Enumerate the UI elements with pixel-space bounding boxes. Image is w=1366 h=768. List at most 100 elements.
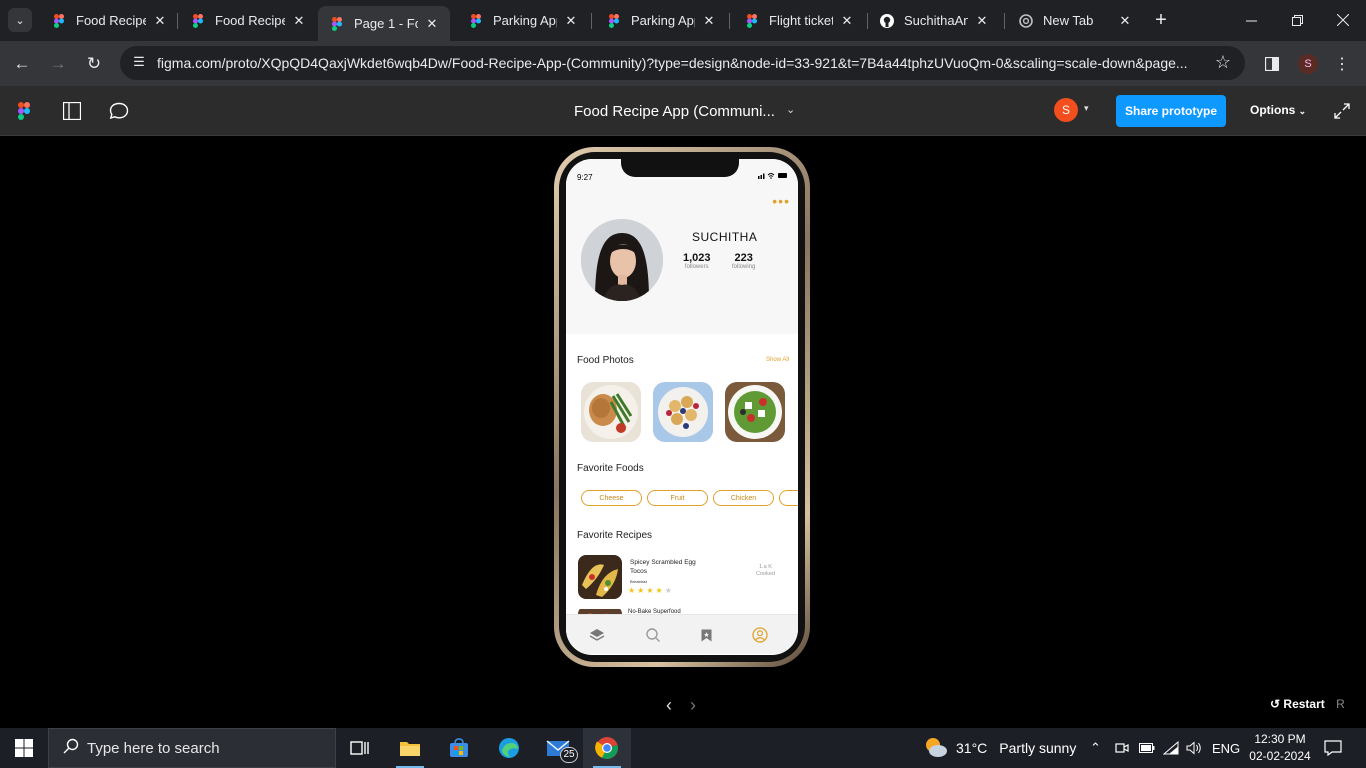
recipe-thumbnail[interactable]	[578, 555, 622, 599]
food-photo[interactable]	[653, 382, 713, 442]
tab-new-tab[interactable]: New Tab ✕	[1007, 6, 1143, 35]
close-window-button[interactable]	[1320, 0, 1366, 40]
system-clock[interactable]: 12:30 PM 02-02-2024	[1248, 731, 1312, 765]
language-indicator[interactable]: ENG	[1212, 728, 1240, 768]
side-panel-icon[interactable]	[1258, 50, 1286, 78]
close-tab-icon[interactable]: ✕	[152, 13, 168, 29]
new-tab-button[interactable]: +	[1150, 9, 1172, 31]
profile-icon[interactable]	[752, 627, 768, 643]
app-screen[interactable]: 9:27 ••• SUCHITHA 1,023 followers 223 fo…	[566, 159, 798, 655]
figma-favicon-icon	[330, 16, 344, 31]
search-placeholder: Type here to search	[87, 739, 220, 757]
restart-button[interactable]: ↺ Restart R	[1270, 697, 1345, 711]
bookmark-icon[interactable]	[698, 627, 714, 643]
sidebar-toggle-icon[interactable]	[60, 99, 84, 123]
share-prototype-button[interactable]: Share prototype	[1116, 95, 1226, 127]
more-options-icon[interactable]: •••	[772, 193, 790, 209]
microsoft-store-icon[interactable]	[435, 728, 483, 768]
food-photo[interactable]	[725, 382, 785, 442]
food-photo[interactable]	[581, 382, 641, 442]
task-view-icon[interactable]	[336, 728, 384, 768]
food-chip-partial[interactable]	[779, 490, 798, 506]
cooked-label: Cooked	[756, 571, 775, 577]
edge-browser-icon[interactable]	[485, 728, 533, 768]
tab-food-recipe-1[interactable]: Food Recipe ✕	[40, 6, 178, 35]
address-bar[interactable]: ☰ figma.com/proto/XQpQD4QaxjWkdet6wqb4Dw…	[120, 46, 1245, 80]
chrome-menu-icon[interactable]: ⋮	[1328, 50, 1356, 78]
phone-bezel: 9:27 ••• SUCHITHA 1,023 followers 223 fo…	[559, 152, 805, 662]
notifications-icon[interactable]	[1324, 728, 1342, 768]
close-tab-icon[interactable]: ✕	[974, 13, 990, 29]
restore-button[interactable]	[1274, 0, 1320, 40]
meet-now-icon[interactable]	[1115, 728, 1129, 768]
figma-logo-icon[interactable]	[12, 99, 36, 123]
minimize-button[interactable]	[1228, 0, 1274, 40]
url-text[interactable]: figma.com/proto/XQpQD4QaxjWkdet6wqb4Dw/F…	[157, 55, 1207, 71]
fullscreen-icon[interactable]	[1330, 99, 1354, 123]
following-stat[interactable]: 223 following	[732, 252, 755, 270]
home-layers-icon[interactable]	[589, 627, 605, 643]
tab-page-1-food[interactable]: Page 1 - Food ✕	[318, 6, 450, 41]
taskbar-search-input[interactable]: Type here to search	[48, 728, 336, 768]
chevron-down-icon[interactable]: ⌄	[786, 103, 795, 116]
following-label: following	[732, 264, 756, 270]
followers-stat[interactable]: 1,023 followers	[683, 252, 711, 270]
tab-search-button[interactable]: ⌄	[8, 8, 32, 32]
tab-flight-ticket[interactable]: Flight ticket ✕	[733, 6, 865, 35]
tab-food-recipe-2[interactable]: Food Recipe ✕	[179, 6, 317, 35]
weather-description: Partly sunny	[999, 740, 1077, 756]
tab-parking-app-1[interactable]: Parking App ✕	[457, 6, 589, 35]
user-avatar[interactable]: S	[1054, 98, 1078, 122]
close-tab-icon[interactable]: ✕	[701, 13, 717, 29]
figma-favicon-icon	[745, 13, 759, 28]
chrome-taskbar-icon[interactable]	[583, 728, 631, 768]
clock-date: 02-02-2024	[1249, 749, 1311, 763]
wifi-icon[interactable]	[1163, 728, 1179, 768]
weather-temperature: 31°C	[956, 740, 988, 756]
reload-button[interactable]: ↻	[80, 50, 108, 78]
volume-icon[interactable]	[1186, 728, 1202, 768]
profile-avatar[interactable]	[581, 219, 663, 301]
weather-widget[interactable]: 31°C Partly sunny	[924, 728, 1076, 768]
tab-parking-app-2[interactable]: Parking App ✕	[595, 6, 727, 35]
recipe-cooked-count: 1.a K Cooked	[756, 564, 775, 578]
clock-time: 12:30 PM	[1254, 732, 1306, 746]
mail-icon[interactable]: 25	[534, 728, 582, 768]
food-chip-cheese[interactable]: Cheese	[581, 490, 642, 506]
recipe-category: Breakfast	[630, 579, 647, 584]
previous-frame-icon[interactable]: ‹	[666, 695, 672, 716]
food-chip-fruit[interactable]: Fruit	[647, 490, 708, 506]
figma-favicon-icon	[469, 13, 483, 28]
site-settings-icon[interactable]: ☰	[130, 54, 148, 72]
back-button[interactable]: ←	[8, 50, 36, 78]
food-chip-chicken[interactable]: Chicken	[713, 490, 774, 506]
followers-label: followers	[684, 264, 709, 270]
chevron-down-icon[interactable]: ▾	[1084, 103, 1089, 114]
next-frame-icon[interactable]: ›	[690, 695, 696, 716]
show-all-link[interactable]: Show All	[766, 357, 789, 363]
comment-icon[interactable]	[107, 99, 131, 123]
tab-divider	[729, 13, 730, 29]
recipe-name[interactable]: Spicey Scrambled Egg Tocos	[630, 558, 700, 576]
figma-favicon-icon	[607, 13, 621, 28]
show-hidden-icons-chevron[interactable]: ⌃	[1090, 728, 1101, 768]
phone-notch	[621, 159, 739, 177]
battery-icon[interactable]	[1139, 728, 1155, 768]
profile-button[interactable]: S	[1294, 50, 1322, 78]
close-tab-icon[interactable]: ✕	[424, 16, 440, 32]
file-explorer-icon[interactable]	[386, 728, 434, 768]
search-icon[interactable]	[645, 627, 661, 643]
close-tab-icon[interactable]: ✕	[563, 13, 579, 29]
chrome-icon	[1019, 13, 1033, 28]
close-tab-icon[interactable]: ✕	[1117, 13, 1133, 29]
tab-github[interactable]: SuchithaAna ✕	[868, 6, 1000, 35]
file-title[interactable]: Food Recipe App (Communi...	[574, 103, 775, 120]
windows-start-icon[interactable]	[0, 728, 48, 768]
close-tab-icon[interactable]: ✕	[839, 13, 855, 29]
options-button[interactable]: Options ⌄	[1250, 103, 1306, 117]
forward-button[interactable]: →	[44, 50, 72, 78]
close-tab-icon[interactable]: ✕	[291, 13, 307, 29]
bookmark-star-icon[interactable]: ☆	[1215, 52, 1231, 73]
favorite-recipes-title: Favorite Recipes	[577, 530, 653, 541]
github-icon	[880, 13, 894, 28]
